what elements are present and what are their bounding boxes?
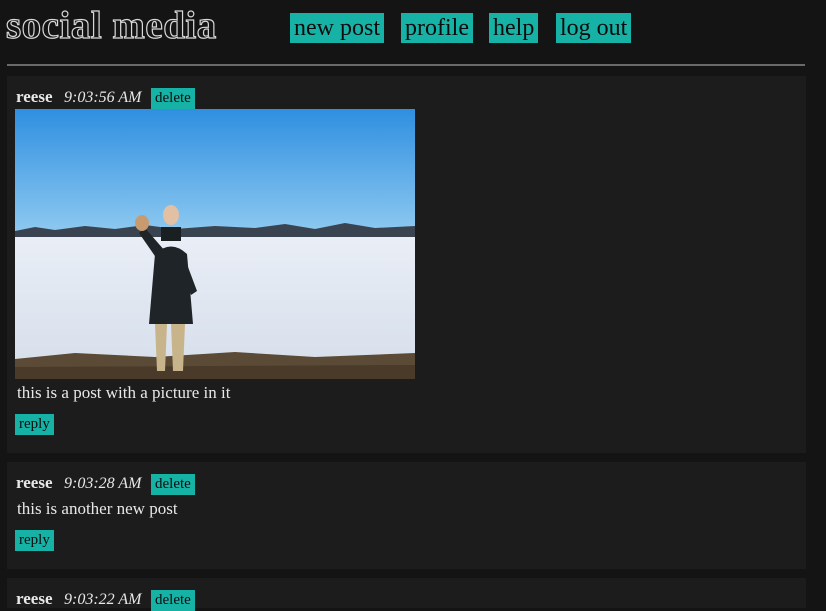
nav-log-out-button[interactable]: log out (556, 13, 632, 43)
photo-icon (15, 109, 415, 379)
post-card: reese 9:03:22 AM delete (7, 578, 806, 611)
post-timestamp: 9:03:56 AM (64, 89, 142, 106)
nav-profile-button[interactable]: profile (401, 13, 473, 43)
nav-help-button[interactable]: help (489, 13, 539, 43)
post-body: this is a post with a picture in it (17, 383, 231, 402)
reply-button[interactable]: reply (15, 414, 54, 435)
delete-button[interactable]: delete (151, 88, 195, 109)
post-image[interactable] (15, 109, 415, 379)
post-body: this is another new post (17, 499, 178, 518)
reply-button[interactable]: reply (15, 530, 54, 551)
delete-button[interactable]: delete (151, 474, 195, 495)
nav-new-post-button[interactable]: new post (290, 13, 384, 43)
post-card: reese 9:03:28 AM delete this is another … (7, 462, 806, 569)
header-divider (7, 64, 805, 66)
post-author[interactable]: reese (16, 589, 53, 609)
post-author[interactable]: reese (16, 473, 53, 493)
header: social media new post profile help log o… (0, 0, 826, 66)
post-timestamp: 9:03:22 AM (64, 591, 142, 608)
post-timestamp: 9:03:28 AM (64, 475, 142, 492)
site-title: social media (5, 3, 217, 47)
post-author[interactable]: reese (16, 87, 53, 107)
post-card: reese 9:03:56 AM delete this is a post w… (7, 76, 806, 453)
